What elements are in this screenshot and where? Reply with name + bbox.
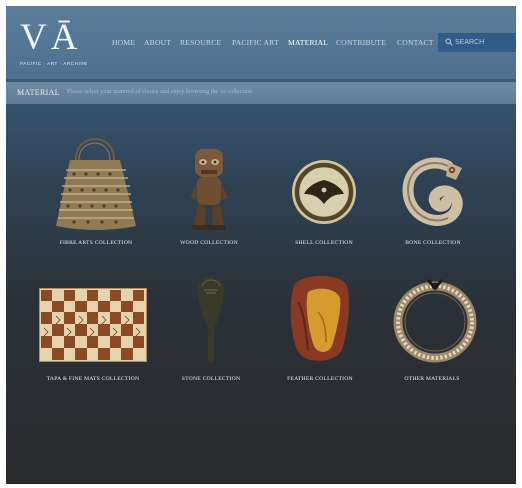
nav-contribute[interactable]: CONTRIBUTE [336,38,386,47]
collection-feather[interactable] [284,272,352,364]
collection-label-wood[interactable]: WOOD COLLECTION [174,240,244,246]
collection-label-tapa-fine-mats[interactable]: TAPA & FINE MATS COLLECTION [36,376,150,382]
collection-tapa-fine-mats[interactable] [39,288,147,362]
collection-label-other-materials[interactable]: OTHER MATERIALS [390,376,474,382]
collection-label-stone[interactable]: STONE COLLECTION [174,376,248,382]
nav-about[interactable]: ABOUT [144,38,171,47]
tapa-cloth-icon [39,288,147,362]
collection-stone[interactable] [194,272,228,366]
wood-figure-icon [190,149,228,230]
site-logo[interactable]: VĀ PACIFIC · ART · ARCHIVE [20,18,90,74]
breadcrumb-bar: MATERIAL Please select your material of … [6,82,516,104]
page: VĀ PACIFIC · ART · ARCHIVE HOME ABOUT RE… [6,6,516,484]
fibre-bag-icon [56,137,136,230]
nav-home[interactable]: HOME [112,38,135,47]
breadcrumb-text: Please select your material of choice an… [67,89,253,95]
nav-material[interactable]: MATERIAL [288,38,328,47]
nav-resource[interactable]: RESOURCE [180,38,221,47]
bone-hook-icon [402,157,463,226]
collection-shell[interactable] [290,158,358,226]
search-icon[interactable] [445,38,453,46]
stone-club-icon [198,277,224,363]
search-box [438,33,516,52]
collection-label-bone[interactable]: BONE COLLECTION [390,240,476,246]
header: VĀ PACIFIC · ART · ARCHIVE HOME ABOUT RE… [6,6,516,79]
collection-bone[interactable] [402,156,466,230]
nav-contact[interactable]: CONTACT [397,38,434,47]
collection-wood[interactable] [186,146,232,232]
logo-subtitle: PACIFIC · ART · ARCHIVE [20,61,88,66]
logo-title: VĀ [20,17,82,58]
shell-necklace-icon [393,279,477,363]
collection-label-shell[interactable]: SHELL COLLECTION [278,240,370,246]
shell-disc-icon [292,160,356,224]
collection-fibre-arts[interactable] [52,130,140,236]
collection-label-feather[interactable]: FEATHER COLLECTION [278,376,362,382]
feather-object-icon [290,275,349,361]
breadcrumb-title: MATERIAL [17,88,60,97]
search-input[interactable] [455,35,513,50]
nav-pacific-art[interactable]: PACIFIC ART [232,38,279,47]
collection-other-materials[interactable] [392,272,478,364]
collection-label-fibre-arts[interactable]: FIBRE ARTS COLLECTION [46,240,146,246]
